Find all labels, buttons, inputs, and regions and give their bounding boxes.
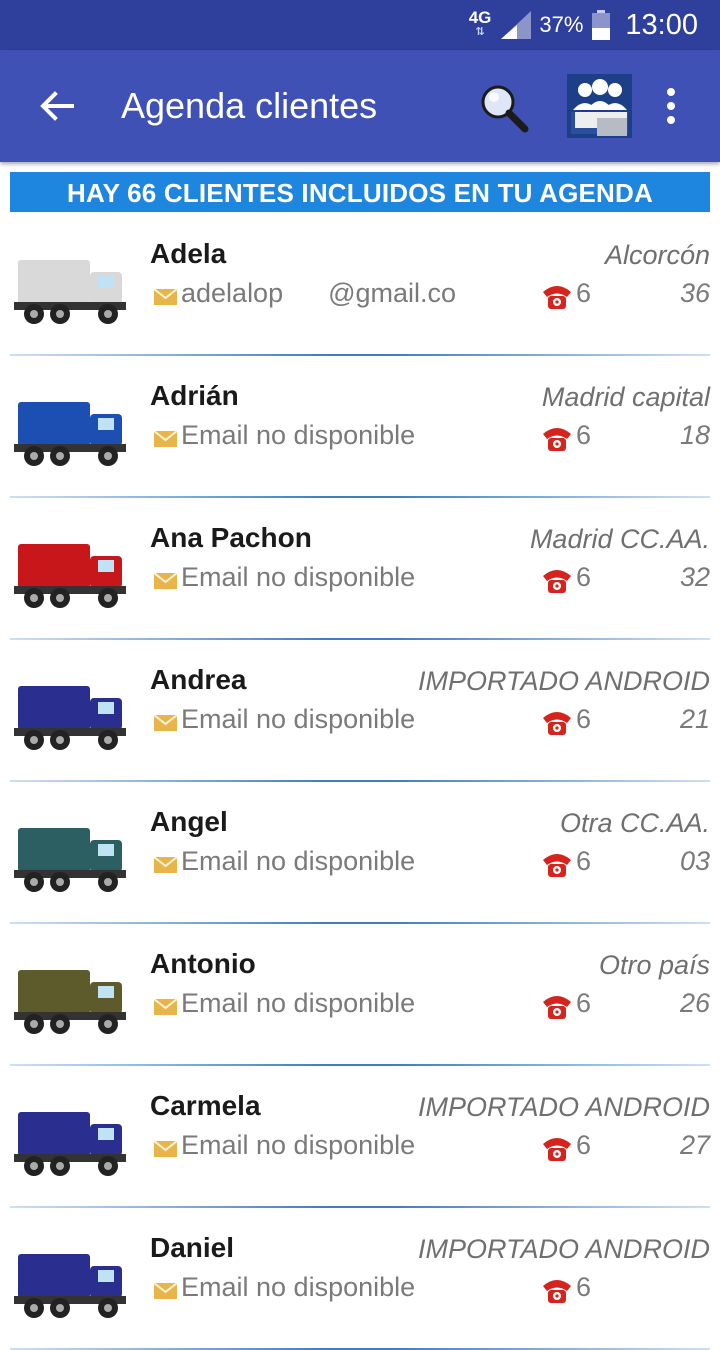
envelope-icon xyxy=(153,430,178,447)
client-name: Angel xyxy=(150,806,228,837)
envelope-icon xyxy=(153,288,178,305)
network-indicator: 4G ⇅ xyxy=(469,9,492,39)
status-bar: 4G ⇅ 37% 13:00 xyxy=(0,0,720,50)
client-email: Email no disponible xyxy=(181,988,416,1018)
client-name: Adela xyxy=(150,238,227,269)
client-phone[interactable]: 6 xyxy=(576,1130,591,1161)
clock: 13:00 xyxy=(625,8,698,41)
client-region: IMPORTADO ANDROID xyxy=(417,1234,710,1264)
phone-icon xyxy=(543,996,571,1019)
phone-icon xyxy=(543,854,571,877)
client-phone[interactable]: 6 xyxy=(576,562,591,593)
truck-avatar-icon xyxy=(14,402,126,466)
client-email: Email no disponible xyxy=(181,1272,416,1302)
client-list: Adela Alcorcón adelalop @gmail.co 6 36 A… xyxy=(0,214,720,1350)
client-phone[interactable]: 6 xyxy=(576,1272,591,1303)
client-phone[interactable]: 6 xyxy=(576,278,591,309)
client-name: Carmela xyxy=(150,1090,261,1121)
phone-icon xyxy=(543,428,571,451)
client-list-item[interactable]: Andrea IMPORTADO ANDROID Email no dispon… xyxy=(0,640,720,782)
client-list-item[interactable]: Adela Alcorcón adelalop @gmail.co 6 36 xyxy=(0,214,720,356)
client-list-item[interactable]: Carmela IMPORTADO ANDROID Email no dispo… xyxy=(0,1066,720,1208)
envelope-icon xyxy=(153,998,178,1015)
truck-avatar-icon xyxy=(14,260,126,324)
client-email: Email no disponible xyxy=(181,562,416,592)
client-phone-suffix: 36 xyxy=(679,278,710,308)
search-icon[interactable] xyxy=(478,82,530,134)
client-email: Email no disponible xyxy=(181,1130,416,1160)
battery-icon xyxy=(592,10,611,40)
client-phone[interactable]: 6 xyxy=(576,704,591,735)
phone-icon xyxy=(543,1280,571,1303)
envelope-icon xyxy=(153,572,178,589)
client-region: Alcorcón xyxy=(604,240,710,270)
client-region: Otra CC.AA. xyxy=(559,808,710,838)
client-phone[interactable]: 6 xyxy=(576,846,591,877)
client-name: Adrián xyxy=(150,380,239,411)
phone-icon xyxy=(543,712,571,735)
back-arrow-icon[interactable] xyxy=(36,86,76,126)
client-region: Madrid capital xyxy=(541,382,710,412)
client-list-item[interactable]: Daniel IMPORTADO ANDROID Email no dispon… xyxy=(0,1208,720,1350)
client-phone[interactable]: 6 xyxy=(576,420,591,451)
envelope-icon xyxy=(153,856,178,873)
client-list-item[interactable]: Adrián Madrid capital Email no disponibl… xyxy=(0,356,720,498)
client-email: Email no disponible xyxy=(181,704,416,734)
data-arrows-icon: ⇅ xyxy=(475,26,485,38)
signal-icon xyxy=(501,11,532,39)
client-phone-suffix: 18 xyxy=(679,420,710,450)
phone-icon xyxy=(543,1138,571,1161)
phone-icon xyxy=(543,570,571,593)
clients-count-banner: HAY 66 CLIENTES INCLUIDOS EN TU AGENDA xyxy=(10,172,710,212)
client-name: Daniel xyxy=(150,1232,235,1263)
client-name: Ana Pachon xyxy=(150,522,312,553)
client-list-item[interactable]: Ana Pachon Madrid CC.AA. Email no dispon… xyxy=(0,498,720,640)
client-email: Email no disponible xyxy=(181,846,416,876)
truck-avatar-icon xyxy=(14,1254,126,1318)
client-phone-suffix: 21 xyxy=(679,704,710,734)
truck-avatar-icon xyxy=(14,970,126,1034)
client-region: IMPORTADO ANDROID xyxy=(417,666,710,696)
client-region: IMPORTADO ANDROID xyxy=(417,1092,710,1122)
truck-avatar-icon xyxy=(14,828,126,892)
client-phone[interactable]: 6 xyxy=(576,988,591,1019)
page-title: Agenda clientes xyxy=(121,85,378,126)
client-phone-suffix: 26 xyxy=(679,988,710,1018)
phone-icon xyxy=(543,286,571,309)
overflow-menu-icon[interactable] xyxy=(656,86,686,126)
client-region: Madrid CC.AA. xyxy=(529,524,710,554)
battery-percent: 37% xyxy=(539,12,584,37)
client-region: Otro país xyxy=(598,950,710,980)
envelope-icon xyxy=(153,1282,178,1299)
client-list-item[interactable]: Antonio Otro país Email no disponible 6 … xyxy=(0,924,720,1066)
groups-icon[interactable] xyxy=(567,74,632,138)
client-list-item[interactable]: Angel Otra CC.AA. Email no disponible 6 … xyxy=(0,782,720,924)
truck-avatar-icon xyxy=(14,1112,126,1176)
app-bar: Agenda clientes xyxy=(0,50,720,162)
client-email: adelalop @gmail.co xyxy=(181,278,457,308)
client-phone-suffix: 27 xyxy=(679,1130,710,1160)
truck-avatar-icon xyxy=(14,544,126,608)
envelope-icon xyxy=(153,1140,178,1157)
envelope-icon xyxy=(153,714,178,731)
client-phone-suffix: 32 xyxy=(679,562,710,592)
client-phone-suffix: 03 xyxy=(679,846,710,876)
client-name: Antonio xyxy=(150,948,256,979)
client-email: Email no disponible xyxy=(181,420,416,450)
client-name: Andrea xyxy=(150,664,247,695)
truck-avatar-icon xyxy=(14,686,126,750)
